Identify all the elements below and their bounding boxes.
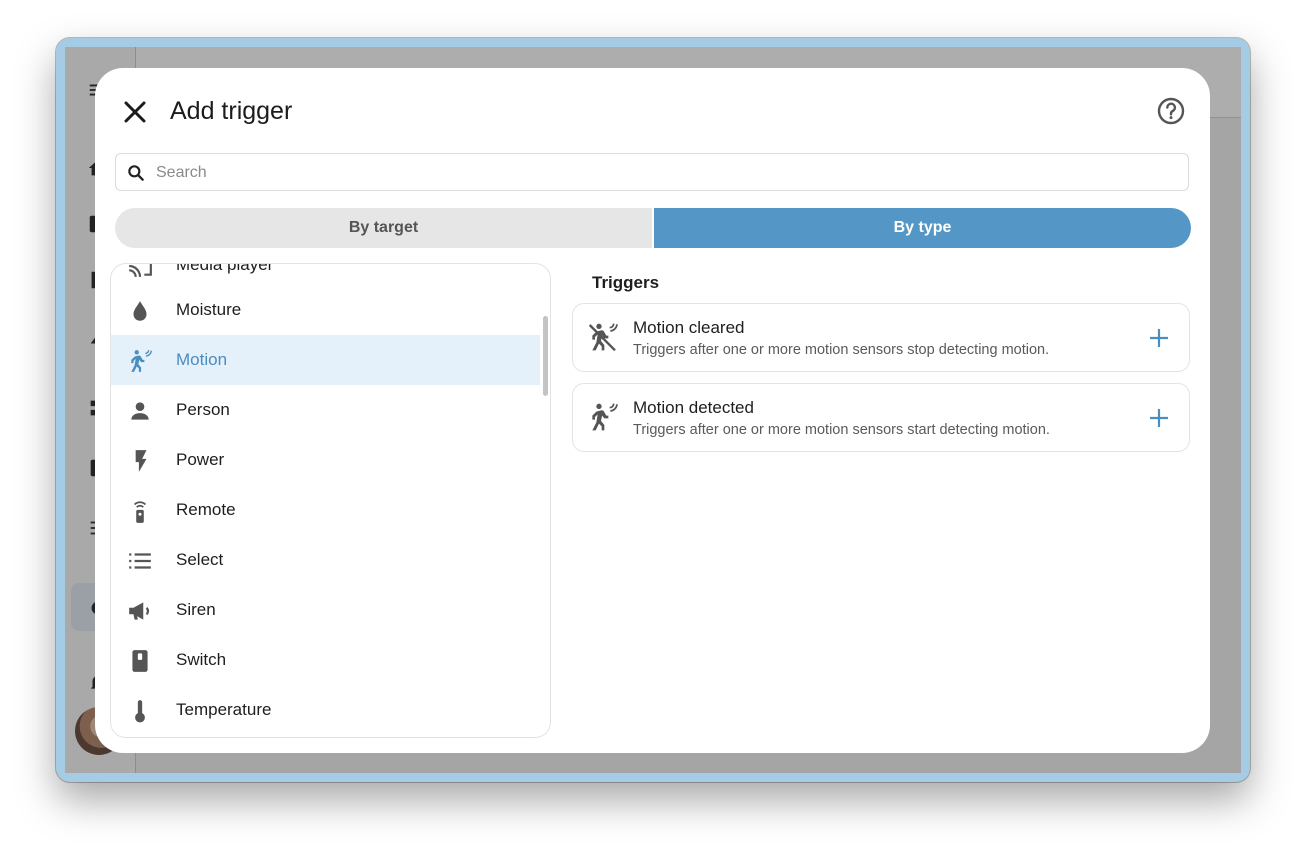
cast-icon [127, 264, 153, 279]
bullhorn-icon [127, 598, 153, 624]
list-item-label: Motion [176, 350, 228, 369]
list-item-label: Media player [176, 263, 274, 274]
trigger-title: Motion detected [633, 398, 754, 417]
list-item-label: Person [176, 400, 230, 419]
list-item-label: Moisture [176, 300, 242, 319]
list-scrollbar[interactable] [543, 316, 548, 396]
list-item-label: Switch [176, 650, 227, 669]
trigger-card-motion-detected[interactable]: Motion detected Triggers after one or mo… [572, 383, 1190, 452]
trigger-type-list[interactable]: Media player Moisture Motion Person Powe… [110, 263, 551, 738]
flash-icon [127, 448, 153, 474]
list-item-label: Siren [176, 600, 216, 619]
format-list-icon [127, 548, 153, 574]
list-item-motion[interactable]: Motion [111, 335, 540, 385]
tab-by-type[interactable]: By type [654, 208, 1191, 248]
tab-by-target[interactable]: By target [115, 208, 654, 248]
help-button[interactable] [1155, 95, 1187, 127]
list-item-power[interactable]: Power [111, 435, 540, 485]
thermometer-icon [127, 698, 153, 724]
search-input[interactable] [154, 154, 1178, 192]
plus-icon[interactable] [1147, 326, 1171, 350]
triggers-heading: Triggers [592, 273, 660, 292]
remote-icon [127, 498, 153, 524]
dialog-title: Add trigger [170, 97, 293, 125]
add-trigger-dialog: Add trigger By target By type Media play… [95, 68, 1210, 753]
trigger-description: Triggers after one or more motion sensor… [633, 422, 1050, 438]
list-item-person[interactable]: Person [111, 385, 540, 435]
view-mode-tabs: By target By type [115, 208, 1191, 248]
motion-sensor-icon [587, 401, 619, 433]
list-item-switch[interactable]: Switch [111, 635, 540, 685]
trigger-title: Motion cleared [633, 318, 745, 337]
list-item-label: Temperature [176, 700, 272, 719]
search-icon [128, 165, 144, 181]
list-item-label: Power [176, 450, 225, 469]
motion-sensor-icon [127, 348, 153, 374]
search-field[interactable] [115, 153, 1189, 192]
help-circle-icon [1157, 97, 1185, 125]
list-item-siren[interactable]: Siren [111, 585, 540, 635]
list-item-moisture[interactable]: Moisture [111, 285, 540, 335]
list-item-temperature[interactable]: Temperature [111, 685, 540, 735]
close-button[interactable] [117, 94, 153, 130]
trigger-description: Triggers after one or more motion sensor… [633, 342, 1050, 358]
water-drop-icon [127, 298, 153, 324]
motion-sensor-off-icon [587, 321, 619, 353]
list-item-remote[interactable]: Remote [111, 485, 540, 535]
list-item-select[interactable]: Select [111, 535, 540, 585]
trigger-card-motion-cleared[interactable]: Motion cleared Triggers after one or mor… [572, 303, 1190, 372]
list-item-label: Select [176, 550, 224, 569]
close-icon [124, 101, 146, 123]
list-item-label: Remote [176, 500, 236, 519]
person-icon [127, 398, 153, 424]
switch-icon [127, 648, 153, 674]
plus-icon[interactable] [1147, 406, 1171, 430]
